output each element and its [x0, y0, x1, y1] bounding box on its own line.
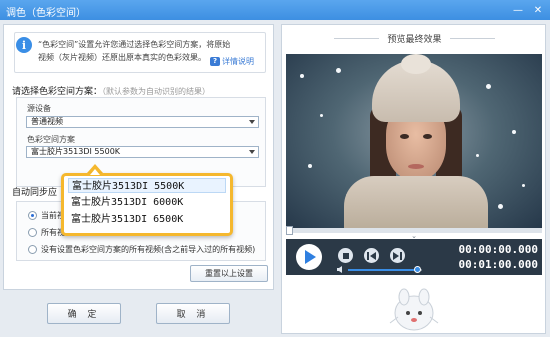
current-time: 00:00:00.000 [458, 243, 538, 256]
radio-current-video[interactable]: 当前视 [28, 210, 65, 221]
color-scheme-label: 色彩空间方案 [27, 135, 75, 144]
detail-link[interactable]: ? 详情说明 [210, 56, 254, 67]
snowflake [308, 164, 312, 168]
popup-pointer-inner [90, 169, 100, 175]
source-device-value: 普通视频 [31, 117, 63, 126]
scheme-hint: （默认参数为自动识别的结果） [102, 87, 211, 96]
radio-button[interactable] [28, 211, 37, 220]
next-frame-button[interactable] [390, 248, 405, 263]
scheme-section-title: 请选择色彩空间方案：（默认参数为自动识别的结果） [12, 84, 210, 97]
detail-link-label: 详情说明 [222, 57, 254, 66]
volume-level [348, 269, 419, 271]
snowflake [476, 154, 479, 157]
info-box: i “色彩空间”设置允许您通过选择色彩空间方案，将原始视频（灰片视频）还原出原本… [14, 32, 266, 73]
reset-settings-button[interactable]: 重置以上设置 [190, 265, 268, 282]
info-icon: i [16, 37, 32, 53]
volume-icon[interactable] [337, 266, 345, 273]
source-device-select[interactable]: 普通视频 [26, 116, 259, 128]
snowflake [512, 130, 516, 134]
info-text: “色彩空间”设置允许您通过选择色彩空间方案，将原始视频（灰片视频）还原出原本真实… [38, 40, 231, 62]
snowflake [320, 114, 323, 117]
next-frame-icon [393, 251, 402, 260]
radio-label: 没有设置色彩空间方案的所有视频(含之前导入过的所有视频) [41, 245, 256, 254]
settings-panel: i “色彩空间”设置允许您通过选择色彩空间方案，将原始视频（灰片视频）还原出原本… [3, 24, 274, 290]
apply-section-title: 自动同步应 [12, 188, 58, 198]
stop-button[interactable] [338, 248, 353, 263]
snowflake [336, 68, 341, 73]
player-controls: 00:00:00.000 00:01:00.000 [286, 239, 542, 275]
lips [408, 164, 424, 169]
minimize-button[interactable]: — [510, 3, 526, 17]
dropdown-option[interactable]: 富士胶片3513DI 5500K [68, 178, 226, 193]
color-scheme-select[interactable]: 富士胶片3513DI 5500K [26, 146, 259, 158]
window-title: 调色（色彩空间） [6, 8, 86, 19]
total-time: 00:01:00.000 [458, 258, 538, 271]
radio-button[interactable] [28, 228, 37, 237]
preview-title: 预览最终效果 [282, 32, 547, 45]
close-button[interactable]: ✕ [530, 3, 546, 17]
progress-handle[interactable] [286, 226, 293, 235]
source-device-label: 源设备 [27, 104, 51, 113]
eye [400, 134, 409, 139]
eye [423, 134, 432, 139]
scheme-label: 请选择色彩空间方案： [12, 87, 103, 97]
previous-frame-icon [367, 251, 376, 260]
scarf [344, 176, 488, 228]
mascot-illustration [389, 288, 439, 331]
play-icon [305, 250, 316, 264]
snowflake [300, 74, 304, 78]
dropdown-option[interactable]: 富士胶片3513DI 6500K [68, 212, 226, 227]
previous-frame-button[interactable] [364, 248, 379, 263]
color-scheme-value: 富士胶片3513DI 5500K [31, 147, 121, 156]
volume-slider-handle[interactable] [414, 266, 422, 273]
dropdown-option[interactable]: 富士胶片3513DI 6000K [68, 195, 226, 210]
snowflake [522, 184, 525, 187]
color-scheme-dropdown: 富士胶片3513DI 5500K 富士胶片3513DI 6000K 富士胶片35… [61, 173, 233, 236]
cancel-button[interactable]: 取 消 [156, 303, 230, 324]
snowflake [486, 84, 491, 89]
question-icon: ? [210, 57, 220, 66]
radio-all-videos[interactable]: 所有视 [28, 227, 65, 238]
preview-video[interactable] [286, 54, 542, 228]
chevron-down-icon [249, 150, 255, 154]
play-button[interactable] [296, 244, 322, 270]
radio-unset-videos[interactable]: 没有设置色彩空间方案的所有视频(含之前导入过的所有视频) [28, 244, 255, 255]
preview-panel: 预览最终效果 ⌄ 00:00:00.000 00:01:00.000 [281, 24, 546, 334]
title-bar: 调色（色彩空间） — ✕ [0, 0, 550, 20]
ok-button[interactable]: 确 定 [47, 303, 121, 324]
radio-button[interactable] [28, 245, 37, 254]
snowflake [498, 204, 503, 209]
chevron-down-icon [249, 120, 255, 124]
hat-pompom [401, 54, 431, 74]
